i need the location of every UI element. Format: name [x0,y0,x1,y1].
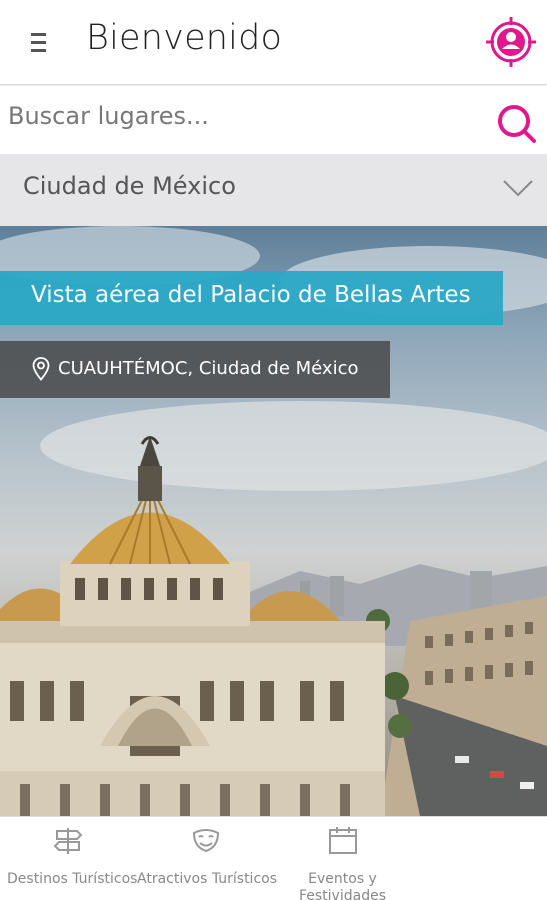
nav-label-atractivos: Atractivos Turísticos [137,871,277,887]
profile-target-icon [486,17,536,67]
search-button[interactable] [494,102,538,146]
search-bar [0,86,547,154]
nav-atractivos-turisticos[interactable]: Atractivos Turísticos [137,817,277,900]
map-pin-icon [32,357,50,381]
chevron-down-icon[interactable] [502,178,534,198]
city-dropdown[interactable]: Ciudad de México [0,154,547,226]
nav-label-eventos: Eventos y Festividades [298,871,386,900]
nav-destinos-turisticos[interactable]: Destinos Turísticos [0,817,137,900]
featured-card[interactable]: Vista aérea del Palacio de Bellas Artes … [0,226,547,816]
featured-location: CUAUHTÉMOC, Ciudad de México [58,358,359,379]
nav-label-destinos: Destinos Turísticos [7,871,138,887]
location-badge: CUAUHTÉMOC, Ciudad de México [0,341,390,398]
bottom-navigation: Destinos Turísticos Atractivos Turístico… [0,816,547,900]
city-selected-value: Ciudad de México [23,172,236,200]
featured-title: Vista aérea del Palacio de Bellas Artes [31,282,471,308]
signpost-icon [53,828,83,854]
hamburger-icon [31,33,46,36]
menu-button[interactable] [22,24,56,62]
profile-button[interactable] [485,16,537,68]
search-input[interactable] [8,92,478,140]
page-title: Bienvenido [86,18,283,58]
nav-eventos-festividades[interactable]: Eventos y Festividades [274,817,411,900]
calendar-icon [329,827,357,854]
featured-title-badge: Vista aérea del Palacio de Bellas Artes [0,271,503,325]
search-icon [498,105,536,143]
theater-masks-icon [192,829,220,853]
app-bar: Bienvenido [0,0,547,85]
